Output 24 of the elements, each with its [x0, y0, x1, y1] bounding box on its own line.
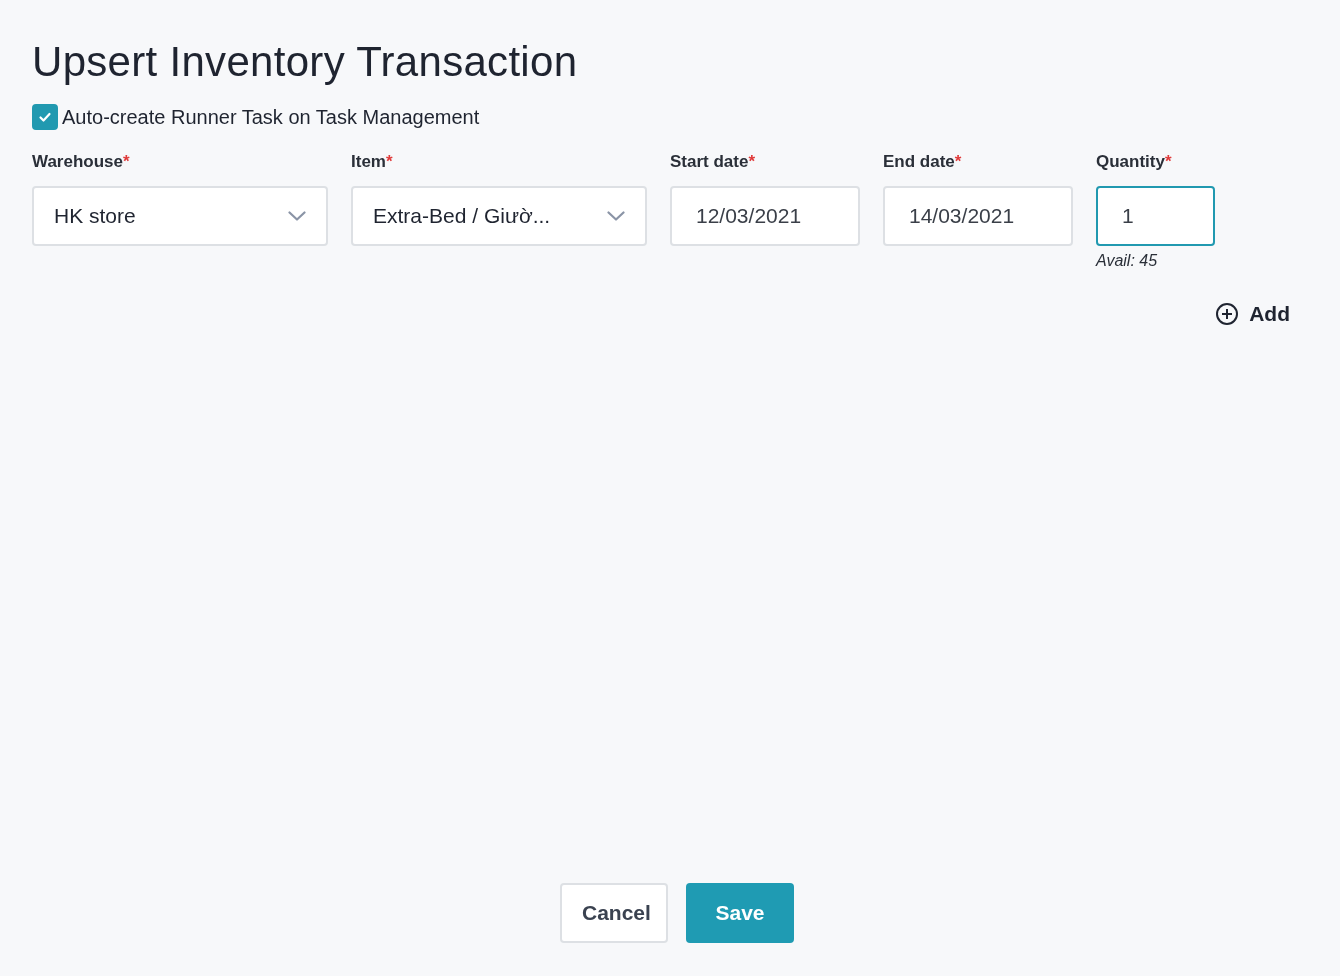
dropdown[interactable]: Extra-Bed / Giườ...	[351, 186, 647, 246]
add-button[interactable]: Add	[1215, 300, 1290, 328]
field-label: Item*	[351, 152, 394, 173]
dropdown[interactable]: HK store	[32, 186, 328, 246]
field-label: Start date*	[670, 152, 757, 173]
cancel-button[interactable]: Cancel	[560, 883, 668, 943]
checkbox-label: Auto-create Runner Task on Task Management	[62, 105, 480, 129]
chevron-down-icon	[607, 211, 625, 221]
field-label: Warehouse*	[32, 152, 131, 173]
required-asterisk: *	[748, 152, 756, 171]
field-label: Quantity*	[1096, 152, 1173, 173]
required-asterisk: *	[1164, 152, 1172, 171]
date-field[interactable]: 12/03/2021	[670, 186, 860, 246]
availability-hint: Avail: 45	[1096, 252, 1159, 270]
checkbox[interactable]	[32, 104, 58, 130]
page-title: Upsert Inventory Transaction	[32, 38, 579, 86]
plus-circle-icon	[1215, 302, 1240, 326]
required-asterisk: *	[954, 152, 962, 171]
field-label: End date*	[883, 152, 963, 173]
chevron-down-icon	[288, 211, 306, 221]
quantity-field[interactable]: 1	[1096, 186, 1215, 246]
required-asterisk: *	[385, 152, 393, 171]
date-field[interactable]: 14/03/2021	[883, 186, 1073, 246]
required-asterisk: *	[123, 152, 130, 171]
